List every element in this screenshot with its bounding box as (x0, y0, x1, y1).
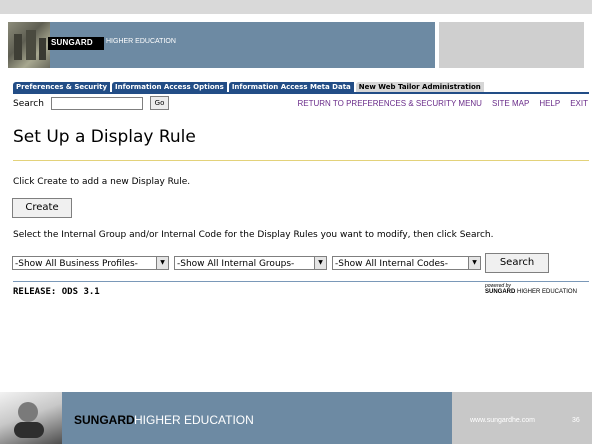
page-number: 36 (572, 417, 580, 424)
header-banner: SUNGARD HIGHER EDUCATION (8, 22, 584, 68)
footer-banner: SUNGARD HIGHER EDUCATION www.sungardhe.c… (0, 392, 592, 444)
internal-codes-value: -Show All Internal Codes- (335, 259, 448, 269)
return-to-preferences-link[interactable]: RETURN TO PREFERENCES & SECURITY MENU (297, 99, 481, 108)
building-photo (8, 22, 50, 68)
exit-link[interactable]: EXIT (570, 99, 588, 108)
create-instruction: Click Create to add a new Display Rule. (13, 177, 191, 187)
internal-groups-select[interactable]: -Show All Internal Groups- ▼ (174, 256, 327, 270)
search-button[interactable]: Search (485, 253, 549, 273)
chevron-down-icon[interactable]: ▼ (156, 257, 168, 269)
create-button[interactable]: Create (12, 198, 72, 218)
tab-preferences-security[interactable]: Preferences & Security (13, 82, 111, 92)
slide-frame: SUNGARD HIGHER EDUCATION Preferences & S… (0, 0, 592, 444)
tab-underline (13, 92, 589, 94)
sungard-logo: SUNGARD (48, 37, 104, 50)
footer-brand: SUNGARD (74, 413, 135, 427)
footer-gray-panel: www.sungardhe.com 36 (452, 392, 592, 444)
banner-subtitle: HIGHER EDUCATION (106, 38, 176, 45)
release-divider (13, 281, 589, 282)
violinist-photo (0, 392, 62, 444)
powered-suffix: HIGHER EDUCATION (515, 289, 577, 295)
business-profiles-value: -Show All Business Profiles- (15, 259, 138, 269)
search-input[interactable] (51, 97, 143, 110)
site-map-link[interactable]: SITE MAP (492, 99, 529, 108)
top-links: RETURN TO PREFERENCES & SECURITY MENU SI… (297, 99, 588, 108)
powered-by-logo: SUNGARD HIGHER EDUCATION (485, 289, 577, 295)
help-link[interactable]: HELP (539, 99, 560, 108)
footer-subtitle: HIGHER EDUCATION (134, 413, 254, 427)
tab-information-access-meta-data[interactable]: Information Access Meta Data (228, 82, 354, 92)
chevron-down-icon[interactable]: ▼ (468, 257, 480, 269)
page-title: Set Up a Display Rule (13, 127, 196, 147)
banner-blue-panel: SUNGARD HIGHER EDUCATION (8, 22, 435, 68)
powered-brand: SUNGARD (485, 289, 516, 295)
tab-bar: Preferences & Security Information Acces… (13, 82, 486, 92)
banner-brand: SUNGARD (51, 38, 93, 47)
business-profiles-select[interactable]: -Show All Business Profiles- ▼ (12, 256, 169, 270)
chevron-down-icon[interactable]: ▼ (314, 257, 326, 269)
select-instruction: Select the Internal Group and/or Interna… (13, 230, 494, 240)
top-bar (0, 0, 592, 14)
release-label: RELEASE: ODS 3.1 (13, 287, 100, 297)
internal-groups-value: -Show All Internal Groups- (177, 259, 295, 269)
banner-gray-panel (439, 22, 584, 68)
internal-codes-select[interactable]: -Show All Internal Codes- ▼ (332, 256, 481, 270)
tab-new-web-tailor-administration[interactable]: New Web Tailor Administration (355, 82, 484, 92)
title-divider (13, 160, 589, 161)
go-button[interactable]: Go (150, 96, 169, 110)
footer-url: www.sungardhe.com (470, 417, 535, 424)
search-label: Search (13, 99, 44, 109)
tab-information-access-options[interactable]: Information Access Options (112, 82, 227, 92)
